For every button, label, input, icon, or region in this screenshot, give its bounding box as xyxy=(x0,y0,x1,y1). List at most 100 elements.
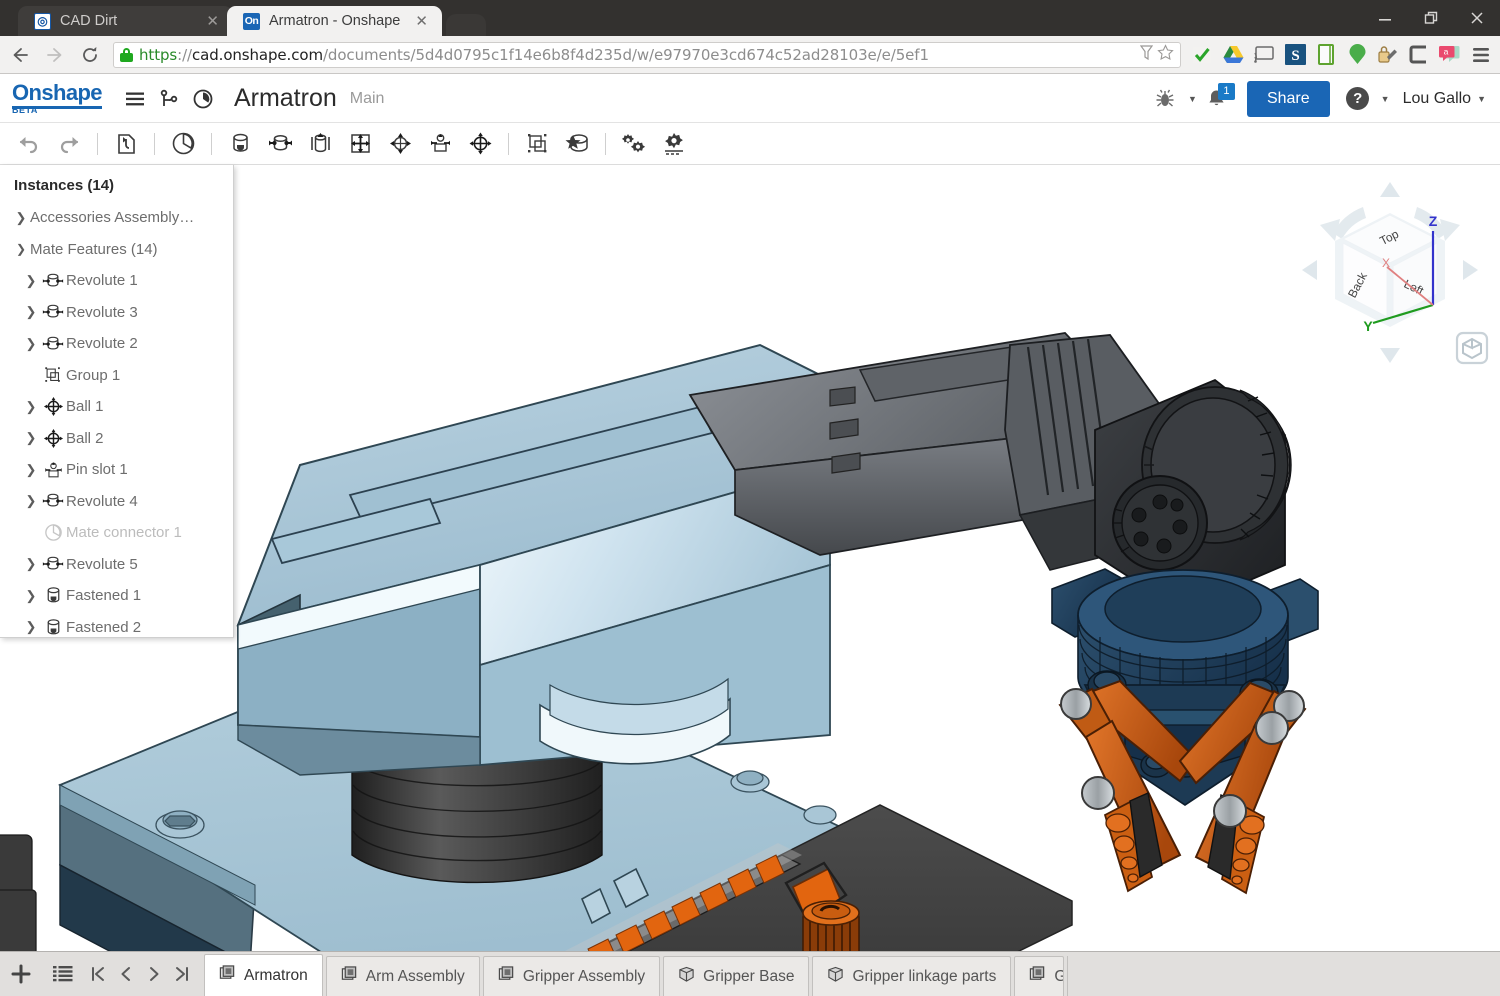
close-icon[interactable]: ✕ xyxy=(206,12,219,30)
chevron-right-icon[interactable]: ❯ xyxy=(22,556,40,572)
google-drive-icon[interactable] xyxy=(1220,42,1246,68)
tree-item-label: Revolute 1 xyxy=(66,272,138,290)
next-tab-button[interactable] xyxy=(140,952,168,996)
prev-tab-button[interactable] xyxy=(112,952,140,996)
browser-tab-cad-dirt[interactable]: ◎ CAD Dirt ✕ xyxy=(18,6,233,36)
cad-dirt-icon: ◎ xyxy=(34,12,51,30)
revolute-mate-icon[interactable] xyxy=(261,125,299,163)
bug-icon[interactable] xyxy=(1148,82,1182,116)
onshape-logo[interactable]: Onshape BETA xyxy=(12,79,103,114)
notifications-button[interactable]: 1 xyxy=(1200,82,1235,116)
section-view-icon[interactable] xyxy=(1454,330,1490,366)
chevron-right-icon[interactable]: ❯ xyxy=(22,399,40,415)
tree-item-group-1[interactable]: ❯ Group 1 xyxy=(0,360,233,392)
feature-tree-panel[interactable]: Instances (14) ❯ Accessories Assembly… ❯… xyxy=(0,165,234,638)
doc-tab-g-clipped[interactable]: G xyxy=(1014,956,1065,996)
tree-item-mate-features[interactable]: ❯ Mate Features (14) xyxy=(0,234,233,266)
close-icon[interactable]: ✕ xyxy=(415,12,428,30)
branch-icon[interactable] xyxy=(152,82,186,116)
chevron-right-icon[interactable]: ❯ xyxy=(22,619,40,635)
green-check-icon[interactable] xyxy=(1189,42,1215,68)
doc-tab-label: Gripper Assembly xyxy=(522,967,646,985)
tree-item-label: Ball 2 xyxy=(66,429,104,447)
replicate-icon[interactable] xyxy=(558,125,596,163)
redo-icon[interactable] xyxy=(50,125,88,163)
c-bracket-icon[interactable] xyxy=(1406,42,1432,68)
history-icon[interactable] xyxy=(186,82,220,116)
assembly-feature-icon[interactable] xyxy=(615,125,653,163)
first-tab-button[interactable] xyxy=(84,952,112,996)
chevron-right-icon[interactable]: ❯ xyxy=(22,273,40,289)
share-button[interactable]: Share xyxy=(1246,80,1330,117)
doc-tab-label: Gripper Base xyxy=(703,967,795,985)
cylindrical-mate-icon[interactable] xyxy=(381,125,419,163)
filter-icon[interactable] xyxy=(1139,44,1154,65)
chevron-down-icon[interactable]: ❯ xyxy=(12,242,30,256)
page-title: Armatron xyxy=(233,84,337,112)
mate-connector-icon xyxy=(40,522,66,543)
configuration-icon[interactable] xyxy=(655,125,693,163)
group-icon[interactable] xyxy=(518,125,556,163)
chevron-right-icon[interactable]: ❯ xyxy=(22,462,40,478)
insert-part-icon[interactable] xyxy=(107,125,145,163)
doc-tab-armatron[interactable]: Armatron xyxy=(204,954,323,996)
lock-key-icon[interactable] xyxy=(1375,42,1401,68)
chevron-right-icon[interactable]: ❯ xyxy=(22,430,40,446)
help-button[interactable]: ? xyxy=(1341,82,1375,116)
doc-tab-gripper-linkage-parts[interactable]: Gripper linkage parts xyxy=(812,956,1012,996)
user-menu[interactable]: Lou Gallo xyxy=(1403,90,1472,108)
chevron-right-icon[interactable]: ❯ xyxy=(22,493,40,509)
tree-item-mate-connector-1[interactable]: ❯ Mate connector 1 xyxy=(0,517,233,549)
ball-mate-icon[interactable] xyxy=(461,125,499,163)
tree-item-fastened-1[interactable]: ❯ Fastened 1 xyxy=(0,580,233,612)
doc-tab-gripper-base[interactable]: Gripper Base xyxy=(663,956,810,996)
chevron-right-icon[interactable]: ❯ xyxy=(22,588,40,604)
close-window-button[interactable] xyxy=(1454,0,1500,36)
address-bar[interactable]: https://cad.onshape.com/documents/5d4d07… xyxy=(113,41,1181,68)
tree-item-revolute-2[interactable]: ❯ Revolute 2 xyxy=(0,328,233,360)
pin-slot-mate-icon[interactable] xyxy=(421,125,459,163)
notebook-icon[interactable] xyxy=(1313,42,1339,68)
doc-tab-gripper-assembly[interactable]: Gripper Assembly xyxy=(482,956,661,996)
planar-mate-icon[interactable] xyxy=(341,125,379,163)
last-tab-button[interactable] xyxy=(168,952,196,996)
hamburger-menu-icon[interactable] xyxy=(118,82,152,116)
revolute-mate-icon xyxy=(40,491,66,511)
bookmark-star-icon[interactable] xyxy=(1157,44,1174,65)
add-tab-button[interactable] xyxy=(0,952,42,996)
cast-icon[interactable] xyxy=(1251,42,1277,68)
back-icon[interactable] xyxy=(5,40,35,70)
tree-item-fastened-2[interactable]: ❯ Fastened 2 xyxy=(0,612,233,638)
tree-item-revolute-4[interactable]: ❯ Revolute 4 xyxy=(0,486,233,518)
tree-item-revolute-1[interactable]: ❯ Revolute 1 xyxy=(0,265,233,297)
mate-connector-icon[interactable] xyxy=(164,125,202,163)
reload-icon[interactable] xyxy=(75,40,105,70)
chevron-down-icon[interactable]: ▼ xyxy=(1188,94,1197,104)
chevron-down-icon[interactable]: ▼ xyxy=(1381,94,1390,104)
doc-tab-arm-assembly[interactable]: Arm Assembly xyxy=(325,956,480,996)
tree-item-accessories-assembly[interactable]: ❯ Accessories Assembly… xyxy=(0,202,233,234)
maximize-button[interactable] xyxy=(1408,0,1454,36)
pink-chat-icon[interactable]: a xyxy=(1437,42,1463,68)
browser-tab-armatron[interactable]: On Armatron - Onshape ✕ xyxy=(227,6,442,36)
tree-item-pin-slot-1[interactable]: ❯ Pin slot 1 xyxy=(0,454,233,486)
chevron-right-icon[interactable]: ❯ xyxy=(12,210,30,226)
green-pin-icon[interactable] xyxy=(1344,42,1370,68)
tree-item-ball-2[interactable]: ❯ Ball 2 xyxy=(0,423,233,455)
svg-text:S: S xyxy=(1291,48,1299,64)
assembly-toolbar xyxy=(0,123,1500,165)
tab-list-icon[interactable] xyxy=(42,952,84,996)
undo-icon[interactable] xyxy=(10,125,48,163)
tree-item-revolute-3[interactable]: ❯ Revolute 3 xyxy=(0,297,233,329)
chrome-menu-icon[interactable] xyxy=(1468,42,1494,68)
tree-item-revolute-5[interactable]: ❯ Revolute 5 xyxy=(0,549,233,581)
tree-item-ball-1[interactable]: ❯ Ball 1 xyxy=(0,391,233,423)
chevron-down-icon[interactable]: ▼ xyxy=(1477,94,1486,104)
fastened-mate-icon[interactable] xyxy=(221,125,259,163)
minimize-button[interactable] xyxy=(1362,0,1408,36)
new-tab-button[interactable] xyxy=(446,14,486,36)
s-blue-icon[interactable]: S xyxy=(1282,42,1308,68)
slider-mate-icon[interactable] xyxy=(301,125,339,163)
chevron-right-icon[interactable]: ❯ xyxy=(22,304,40,320)
chevron-right-icon[interactable]: ❯ xyxy=(22,336,40,352)
